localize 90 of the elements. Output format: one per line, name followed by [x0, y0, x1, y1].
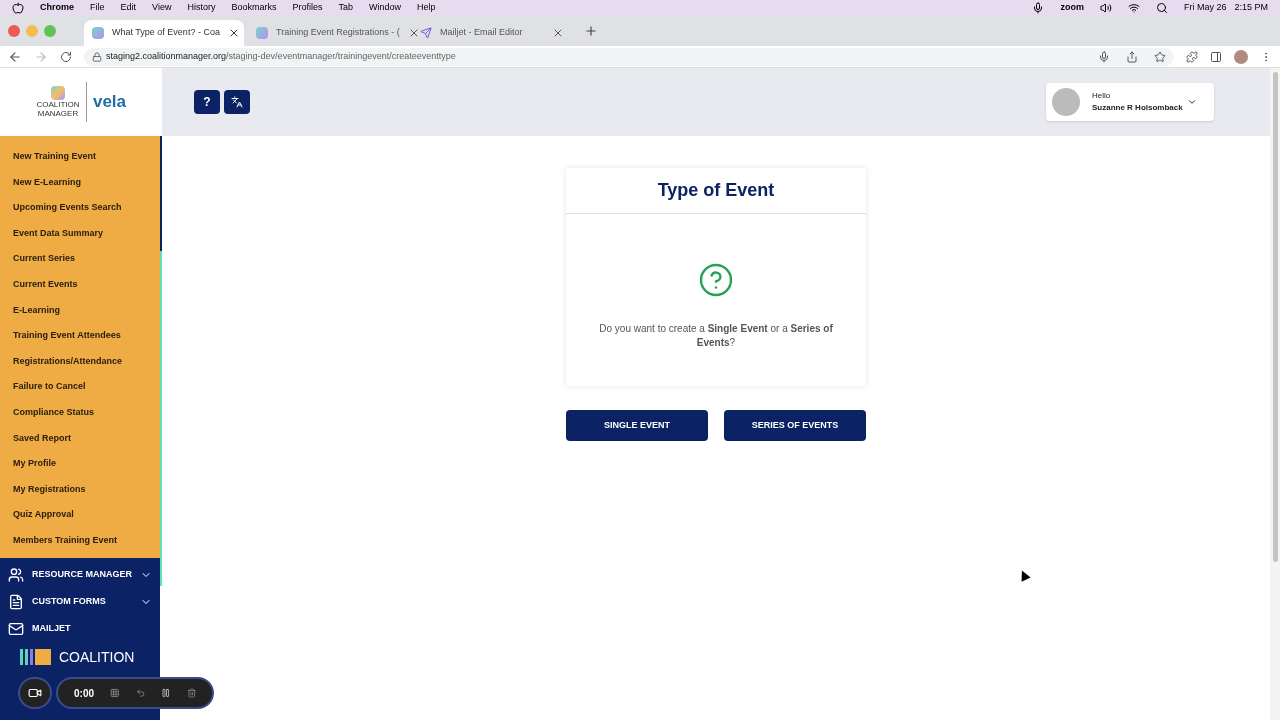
- menu-item[interactable]: File: [90, 1, 105, 15]
- user-name: Suzanne R Holsomback: [1092, 102, 1183, 114]
- site-icon: [92, 27, 104, 39]
- scrollbar-thumb[interactable]: [160, 251, 162, 586]
- vela-logo[interactable]: vela: [92, 89, 127, 115]
- menu-item[interactable]: Tab: [338, 1, 353, 15]
- close-icon[interactable]: [552, 27, 564, 39]
- close-window-icon[interactable]: [8, 25, 20, 37]
- sidebar-item[interactable]: Current Series: [0, 246, 160, 272]
- logo-text[interactable]: COALITION MANAGER: [35, 100, 80, 118]
- lock-icon: [92, 51, 102, 62]
- menu-item[interactable]: Help: [417, 1, 436, 15]
- sidebar-item[interactable]: Failure to Cancel: [0, 374, 160, 400]
- url-path: /staging-dev/eventmanager/trainingevent/createeventtype: [226, 49, 456, 63]
- avatar-icon: [1052, 88, 1080, 116]
- menu-item[interactable]: Edit: [120, 1, 137, 15]
- translate-icon: [231, 96, 243, 108]
- reload-icon[interactable]: [60, 50, 72, 63]
- new-tab-icon[interactable]: [584, 24, 598, 38]
- greeting: Hello: [1092, 90, 1112, 102]
- browser-tab[interactable]: Mailjet - Email Editor: [412, 20, 572, 46]
- undo-icon[interactable]: [135, 687, 145, 699]
- recording-time: 0:00: [74, 686, 94, 701]
- sidebar-item[interactable]: Upcoming Events Search: [0, 195, 160, 221]
- back-icon[interactable]: [8, 49, 22, 64]
- microphone-icon[interactable]: [1032, 2, 1045, 14]
- footer-logo-text: COALITION: [59, 647, 135, 667]
- menu-item[interactable]: Bookmarks: [231, 1, 277, 15]
- sidebar-section[interactable]: RESOURCE MANAGER: [0, 561, 160, 589]
- video-icon: [28, 686, 42, 700]
- sidebar-item[interactable]: Compliance Status: [0, 399, 160, 426]
- send-icon: [420, 27, 432, 39]
- browser-tab[interactable]: What Type of Event? - Coa: [84, 20, 244, 46]
- grid-icon[interactable]: [110, 687, 120, 699]
- site-icon: [256, 27, 268, 39]
- logo-mark-icon: [50, 86, 65, 100]
- translate-button[interactable]: [224, 90, 250, 114]
- star-icon[interactable]: [1154, 50, 1166, 63]
- sidebar-item[interactable]: Training Event Attendees: [0, 323, 160, 349]
- question-icon: [698, 262, 734, 298]
- zoom-status[interactable]: zoom: [1060, 1, 1084, 15]
- sidebar-item[interactable]: Members Training Event: [0, 527, 160, 554]
- search-icon[interactable]: [1155, 2, 1168, 14]
- microphone-icon[interactable]: [1098, 50, 1110, 63]
- user-menu[interactable]: Hello Suzanne R Holsomback: [1046, 83, 1214, 121]
- profile-avatar[interactable]: [1234, 49, 1248, 64]
- address-field[interactable]: staging2.coalitionmanager.org/staging-dev/eventmanager/trainingevent/createeventtype: [84, 47, 1174, 66]
- sidebar-item[interactable]: E-Learning: [0, 297, 160, 324]
- people-icon: [8, 567, 24, 583]
- menu-item[interactable]: Profiles: [292, 1, 323, 15]
- sidebar-item[interactable]: Quiz Approval: [0, 502, 160, 528]
- help-button[interactable]: ?: [194, 90, 220, 114]
- sidebar-section[interactable]: MAILJET: [0, 615, 160, 643]
- menubar-time[interactable]: 2:15 PM: [1234, 1, 1268, 15]
- apple-icon[interactable]: [12, 2, 24, 14]
- delete-icon[interactable]: [186, 687, 196, 699]
- menu-item[interactable]: Window: [368, 1, 401, 15]
- sidebar-item[interactable]: New Training Event: [0, 144, 160, 170]
- wifi-icon[interactable]: [1127, 2, 1140, 14]
- event-type-button[interactable]: SINGLE EVENT: [566, 410, 708, 441]
- question-text: Do you want to create a Single Event or a Series of Events?: [598, 322, 834, 350]
- sidebar-item[interactable]: My Profile: [0, 451, 160, 477]
- sidebar-item[interactable]: Saved Report: [0, 425, 160, 452]
- sidebar-item[interactable]: Current Events: [0, 271, 160, 298]
- menu-item[interactable]: History: [187, 1, 216, 15]
- sidebar-item[interactable]: New E-Learning: [0, 169, 160, 196]
- scrollbar-thumb[interactable]: [1272, 72, 1278, 562]
- volume-icon[interactable]: [1099, 2, 1112, 14]
- menubar-date[interactable]: Fri May 26: [1183, 1, 1227, 15]
- tab-title: Mailjet - Email Editor: [440, 26, 524, 40]
- menu-item[interactable]: View: [152, 1, 172, 15]
- sidebar-item[interactable]: Registrations/Attendance: [0, 348, 160, 375]
- extensions-icon[interactable]: [1186, 50, 1198, 63]
- sidebar-item[interactable]: Event Data Summary: [0, 220, 160, 247]
- sidebar-section[interactable]: CUSTOM FORMS: [0, 588, 160, 616]
- tab-title: What Type of Event? - Coa: [112, 26, 220, 40]
- sidebar-item[interactable]: My Registrations: [0, 476, 160, 503]
- chevron-icon: [1186, 97, 1197, 107]
- pause-icon[interactable]: [161, 687, 171, 699]
- document-icon: [8, 594, 24, 610]
- event-type-button[interactable]: SERIES OF EVENTS: [724, 410, 866, 441]
- coalition-bars-icon: [20, 649, 51, 665]
- share-icon[interactable]: [1126, 50, 1138, 63]
- mail-icon: [8, 621, 24, 637]
- card-title: Type of Event: [566, 168, 866, 214]
- browser-tab[interactable]: Training Event Registrations - (: [248, 20, 408, 46]
- tab-title: Training Event Registrations - (: [276, 26, 400, 40]
- app-menu[interactable]: Chrome: [40, 1, 74, 15]
- url-host: staging2.coalitionmanager.org: [106, 49, 227, 63]
- side-panel-icon[interactable]: [1210, 50, 1222, 63]
